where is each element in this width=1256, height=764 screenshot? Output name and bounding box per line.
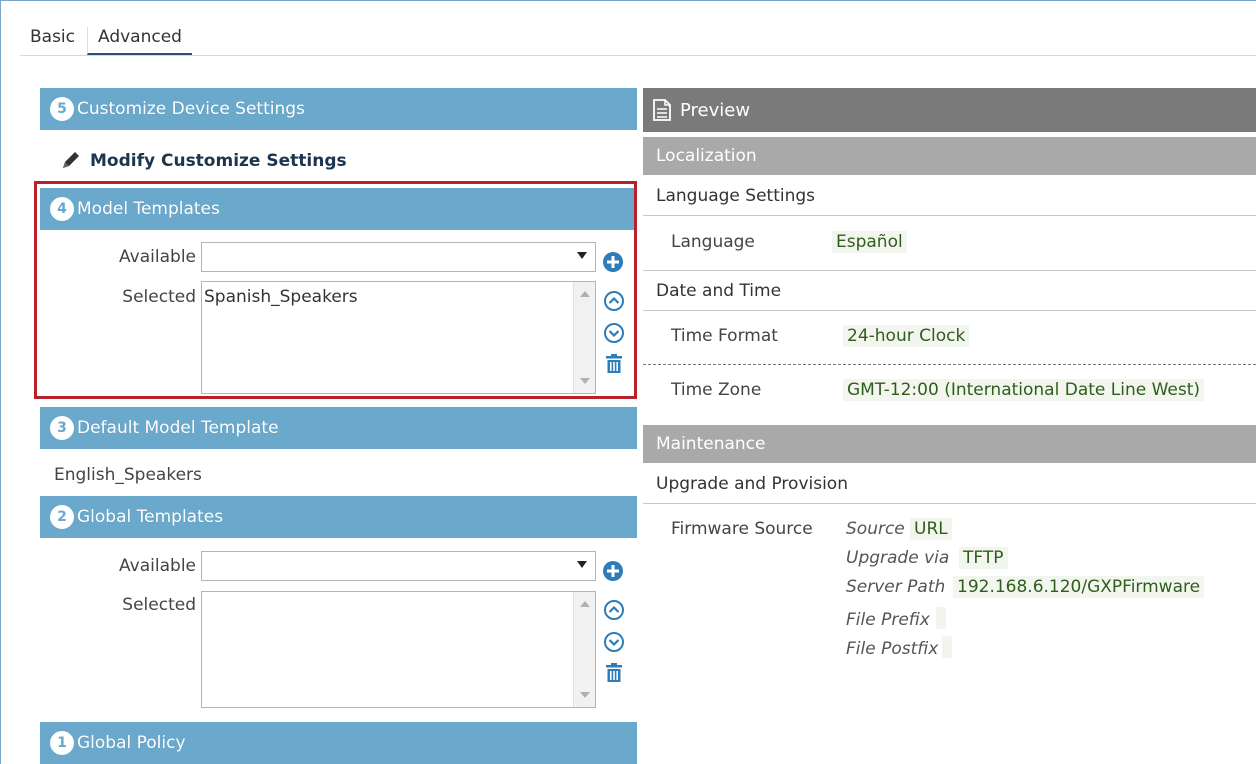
file-prefix-value xyxy=(936,607,946,629)
move-down-icon[interactable] xyxy=(603,631,625,653)
preview-header: Preview xyxy=(643,88,1256,132)
upgrade-via-key: Upgrade via xyxy=(846,548,950,568)
section-global-policy[interactable]: 1 Global Policy xyxy=(40,722,637,764)
add-circle-icon[interactable] xyxy=(602,560,624,582)
preview-subsection-date-time: Date and Time xyxy=(643,271,1256,311)
pencil-icon xyxy=(63,152,79,168)
time-format-key: Time Format xyxy=(671,326,778,346)
section-title: Global Templates xyxy=(77,507,224,527)
section-customize-device-settings[interactable]: 5 Customize Device Settings xyxy=(40,88,637,130)
section-global-templates[interactable]: 2 Global Templates xyxy=(40,496,637,538)
server-path-key: Server Path xyxy=(846,577,946,597)
step-number: 2 xyxy=(50,505,74,529)
global-available-select[interactable] xyxy=(201,551,596,581)
highlight-box xyxy=(34,181,637,399)
modify-customize-settings-link[interactable]: Modify Customize Settings xyxy=(60,148,347,174)
list-scrollbar[interactable] xyxy=(573,592,595,707)
language-value: Español xyxy=(832,231,907,253)
section-title: Global Policy xyxy=(77,733,186,753)
default-model-value: English_Speakers xyxy=(54,465,202,485)
file-postfix-value xyxy=(942,636,952,658)
preview-section-localization: Localization xyxy=(643,137,1256,175)
firmware-source-key: Firmware Source xyxy=(671,519,813,539)
section-title: Default Model Template xyxy=(77,418,279,438)
tab-basic[interactable]: Basic xyxy=(30,27,75,47)
preview-title: Preview xyxy=(680,99,751,121)
file-prefix-key: File Prefix xyxy=(846,610,930,630)
document-icon xyxy=(653,99,671,121)
preview-subsection-upgrade: Upgrade and Provision xyxy=(643,464,1256,504)
upgrade-via-value: TFTP xyxy=(959,547,1008,569)
preview-section-maintenance: Maintenance xyxy=(643,425,1256,463)
step-number: 1 xyxy=(50,731,74,755)
available-label: Available xyxy=(119,556,196,576)
file-postfix-key: File Postfix xyxy=(846,639,939,659)
language-key: Language xyxy=(671,232,755,252)
global-selected-list[interactable] xyxy=(201,591,596,708)
time-format-value: 24-hour Clock xyxy=(843,325,970,347)
tab-bar: Basic Advanced xyxy=(20,22,1256,56)
dropdown-caret-icon xyxy=(577,561,587,568)
time-zone-value: GMT-12:00 (International Date Line West) xyxy=(843,379,1205,401)
move-up-icon[interactable] xyxy=(603,599,625,621)
source-key: Source xyxy=(846,519,905,539)
step-number: 5 xyxy=(50,97,74,121)
step-number: 3 xyxy=(50,416,74,440)
time-zone-key: Time Zone xyxy=(671,380,762,400)
server-path-value: 192.168.6.120/GXPFirmware xyxy=(953,576,1205,598)
preview-subsection-language-settings: Language Settings xyxy=(643,176,1256,216)
selected-label: Selected xyxy=(122,595,196,615)
tab-advanced[interactable]: Advanced xyxy=(87,27,192,55)
dashed-divider xyxy=(643,364,1256,365)
source-value: URL xyxy=(910,518,952,540)
section-title: Customize Device Settings xyxy=(77,99,305,119)
modify-label: Modify Customize Settings xyxy=(90,151,347,171)
trash-icon[interactable] xyxy=(603,662,625,684)
section-default-model-template[interactable]: 3 Default Model Template xyxy=(40,407,637,449)
